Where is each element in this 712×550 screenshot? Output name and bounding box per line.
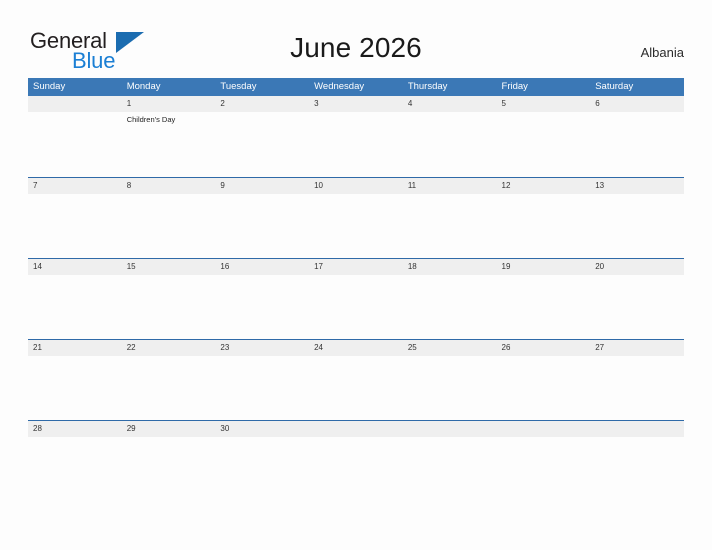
- day-number-3[interactable]: 3: [309, 96, 403, 112]
- day-cell-5[interactable]: [497, 112, 591, 175]
- day-number-4[interactable]: 4: [403, 96, 497, 112]
- day-number-13[interactable]: 13: [590, 178, 684, 194]
- day-number-empty: [590, 421, 684, 437]
- calendar-week-row: 14 15 16 17 18 19 20: [28, 258, 684, 339]
- day-number-14[interactable]: 14: [28, 259, 122, 275]
- day-cell-13[interactable]: [590, 194, 684, 257]
- day-number-empty: [309, 421, 403, 437]
- day-number-29[interactable]: 29: [122, 421, 216, 437]
- day-cell-empty: [28, 112, 122, 175]
- day-number-16[interactable]: 16: [215, 259, 309, 275]
- day-number-28[interactable]: 28: [28, 421, 122, 437]
- day-cell-empty: [497, 437, 591, 500]
- week-date-number-band: 7 8 9 10 11 12 13: [28, 178, 684, 194]
- week-event-band: [28, 356, 684, 419]
- day-cell-22[interactable]: [122, 356, 216, 419]
- day-number-25[interactable]: 25: [403, 340, 497, 356]
- calendar-week-rows: 1 2 3 4 5 6 Children's Day 7 8 9 10 11 12 13 14 15 16 17 1…: [28, 96, 684, 501]
- weekday-header-saturday: Saturday: [595, 81, 634, 92]
- day-number-11[interactable]: 11: [403, 178, 497, 194]
- day-cell-2[interactable]: [215, 112, 309, 175]
- day-cell-23[interactable]: [215, 356, 309, 419]
- day-cell-12[interactable]: [497, 194, 591, 257]
- day-cell-6[interactable]: [590, 112, 684, 175]
- weekday-header-sunday: Sunday: [33, 81, 66, 92]
- week-date-number-band: 123456: [28, 96, 684, 112]
- day-number-17[interactable]: 17: [309, 259, 403, 275]
- region-label: Albania: [640, 45, 684, 60]
- day-cell-9[interactable]: [215, 194, 309, 257]
- day-cell-19[interactable]: [497, 275, 591, 338]
- day-cell-empty: [590, 437, 684, 500]
- day-cell-27[interactable]: [590, 356, 684, 419]
- day-number-empty: [28, 96, 122, 112]
- day-cell-8[interactable]: [122, 194, 216, 257]
- week-date-number-band: 21 22 23 24 25 26 27: [28, 340, 684, 356]
- day-number-18[interactable]: 18: [403, 259, 497, 275]
- page-header: General Blue June 2026 Albania: [0, 0, 712, 78]
- page-title: June 2026: [290, 32, 422, 63]
- day-number-21[interactable]: 21: [28, 340, 122, 356]
- weekday-header-thursday: Thursday: [407, 81, 448, 92]
- weekday-header-monday: Monday: [126, 81, 161, 92]
- day-number-12[interactable]: 12: [497, 178, 591, 194]
- day-number-1[interactable]: 1: [122, 96, 216, 112]
- day-number-empty: [403, 421, 497, 437]
- day-number-23[interactable]: 23: [215, 340, 309, 356]
- day-cell-1[interactable]: Children's Day: [122, 112, 216, 175]
- day-cell-17[interactable]: [309, 275, 403, 338]
- day-number-24[interactable]: 24: [309, 340, 403, 356]
- day-cell-25[interactable]: [403, 356, 497, 419]
- week-event-band: Children's Day: [28, 112, 684, 175]
- day-cell-15[interactable]: [122, 275, 216, 338]
- day-cell-3[interactable]: [309, 112, 403, 175]
- day-cell-4[interactable]: [403, 112, 497, 175]
- week-event-band: [28, 437, 684, 500]
- holiday-label: Children's Day: [126, 115, 176, 124]
- day-number-10[interactable]: 10: [309, 178, 403, 194]
- day-number-30[interactable]: 30: [215, 421, 309, 437]
- week-date-number-band: 14 15 16 17 18 19 20: [28, 259, 684, 275]
- day-number-19[interactable]: 19: [497, 259, 591, 275]
- week-event-band: [28, 194, 684, 257]
- calendar-week-row: 28 29 30: [28, 420, 684, 501]
- calendar-grid: Sunday Monday Tuesday Wednesday Thursday Frid…: [28, 78, 684, 501]
- day-cell-24[interactable]: [309, 356, 403, 419]
- day-number-8[interactable]: 8: [122, 178, 216, 194]
- day-cell-20[interactable]: [590, 275, 684, 338]
- day-number-5[interactable]: 5: [497, 96, 591, 112]
- day-number-9[interactable]: 9: [215, 178, 309, 194]
- day-number-7[interactable]: 7: [28, 178, 122, 194]
- day-number-20[interactable]: 20: [590, 259, 684, 275]
- day-cell-empty: [403, 437, 497, 500]
- day-number-15[interactable]: 15: [122, 259, 216, 275]
- calendar-week-row: 7 8 9 10 11 12 13: [28, 177, 684, 258]
- weekday-header-friday: Friday: [501, 81, 528, 92]
- day-cell-28[interactable]: [28, 437, 122, 500]
- weekday-header-tuesday: Tuesday: [220, 81, 257, 92]
- day-number-2[interactable]: 2: [215, 96, 309, 112]
- day-number-26[interactable]: 26: [497, 340, 591, 356]
- weekday-header-row: Sunday Monday Tuesday Wednesday Thursday Frid…: [28, 78, 684, 96]
- day-cell-26[interactable]: [497, 356, 591, 419]
- day-cell-21[interactable]: [28, 356, 122, 419]
- weekday-header-wednesday: Wednesday: [314, 81, 365, 92]
- day-cell-empty: [309, 437, 403, 500]
- day-cell-16[interactable]: [215, 275, 309, 338]
- calendar-week-row: 21 22 23 24 25 26 27: [28, 339, 684, 420]
- day-cell-29[interactable]: [122, 437, 216, 500]
- day-number-27[interactable]: 27: [590, 340, 684, 356]
- day-cell-11[interactable]: [403, 194, 497, 257]
- day-number-22[interactable]: 22: [122, 340, 216, 356]
- day-cell-7[interactable]: [28, 194, 122, 257]
- calendar-week-row: 1 2 3 4 5 6 Children's Day: [28, 96, 684, 177]
- week-date-number-band: 28 29 30: [28, 421, 684, 437]
- day-cell-10[interactable]: [309, 194, 403, 257]
- week-event-band: [28, 275, 684, 338]
- day-number-empty: [497, 421, 591, 437]
- day-cell-18[interactable]: [403, 275, 497, 338]
- day-cell-30[interactable]: [215, 437, 309, 500]
- day-number-6[interactable]: 6: [590, 96, 684, 112]
- day-cell-14[interactable]: [28, 275, 122, 338]
